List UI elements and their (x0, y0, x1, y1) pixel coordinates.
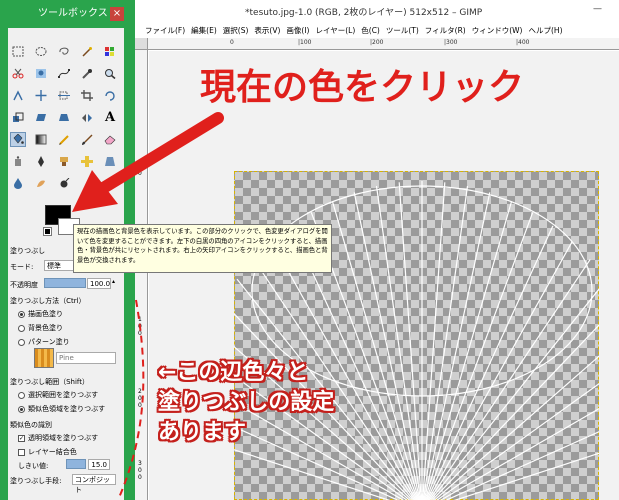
annotation-note-line2: 塗りつぶしの設定 (158, 390, 335, 415)
annotation-note-line3: あります (158, 420, 247, 445)
annotation-arrow (72, 112, 224, 500)
annotation-note-line1: ←この辺色々と (158, 360, 309, 385)
